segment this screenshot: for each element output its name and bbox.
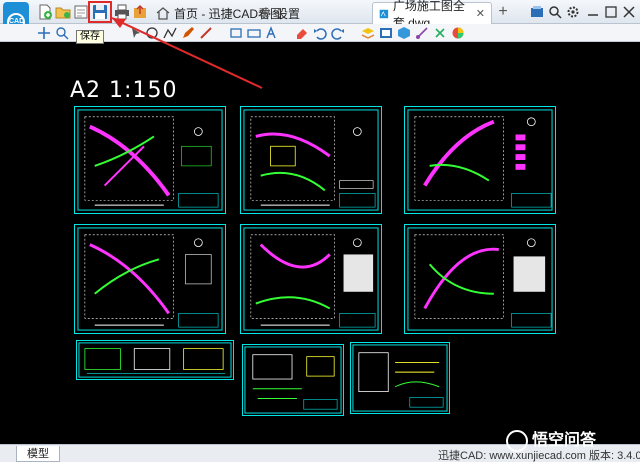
site-plan-drawing xyxy=(407,109,553,211)
skin-icon[interactable] xyxy=(528,3,546,21)
tab-model[interactable]: 模型 xyxy=(16,446,60,462)
text-icon[interactable] xyxy=(264,25,280,41)
maximize-icon[interactable] xyxy=(602,3,620,21)
save-tooltip: 保存 xyxy=(76,30,104,44)
drawing-sheet[interactable] xyxy=(240,106,382,214)
3d-view-icon[interactable] xyxy=(396,25,412,41)
drawing-sheet[interactable] xyxy=(74,106,226,214)
layout-icon[interactable] xyxy=(378,25,394,41)
watermark: 悟空问答 xyxy=(506,426,596,452)
rectangle-icon[interactable] xyxy=(228,25,244,41)
select-icon[interactable] xyxy=(128,25,144,41)
split-icon[interactable] xyxy=(432,25,448,41)
site-plan-drawing xyxy=(77,109,223,211)
new-file-icon[interactable] xyxy=(36,3,54,21)
detail-sheet[interactable] xyxy=(242,344,344,416)
brush-icon[interactable] xyxy=(198,25,214,41)
title-bar: CAD 首页 - 迅捷CAD看图 设置 广场施工图全套.dwg ✕ + xyxy=(0,0,640,42)
zoom-search-icon[interactable] xyxy=(546,3,564,21)
home-icon xyxy=(156,7,170,20)
detail-sheet[interactable] xyxy=(76,340,234,380)
sheet-title: A2 1:150 xyxy=(70,78,178,103)
drawing-sheet[interactable] xyxy=(240,224,382,334)
gear-icon xyxy=(259,7,271,19)
detail-drawing xyxy=(352,344,448,412)
undo-icon[interactable] xyxy=(312,25,328,41)
close-tab-icon[interactable]: ✕ xyxy=(476,7,485,20)
site-plan-drawing xyxy=(243,109,379,211)
pan-icon[interactable] xyxy=(36,25,52,41)
site-plan-drawing xyxy=(407,227,553,331)
circle-icon[interactable] xyxy=(144,25,160,41)
tab-settings[interactable]: 设置 xyxy=(252,2,306,24)
color-icon[interactable] xyxy=(450,25,466,41)
export-icon[interactable] xyxy=(131,3,149,21)
detail-sheet[interactable] xyxy=(350,342,450,414)
close-window-icon[interactable] xyxy=(620,3,638,21)
minimize-icon[interactable] xyxy=(584,3,602,21)
watermark-logo-icon xyxy=(506,429,528,452)
drawing-sheet[interactable] xyxy=(404,106,556,214)
eraser-icon[interactable] xyxy=(294,25,310,41)
pen-icon[interactable] xyxy=(180,25,196,41)
settings-gear-icon[interactable] xyxy=(564,3,582,21)
site-plan-drawing xyxy=(77,227,223,331)
print-icon xyxy=(115,4,129,20)
site-plan-drawing xyxy=(243,227,379,331)
zoom-icon[interactable] xyxy=(54,25,70,41)
cloud-mark-icon[interactable] xyxy=(246,25,262,41)
drawing-sheet[interactable] xyxy=(404,224,556,334)
tab-drawing[interactable]: 广场施工图全套.dwg ✕ xyxy=(372,0,492,30)
add-tab-button[interactable]: + xyxy=(494,2,512,22)
drawing-sheet[interactable] xyxy=(74,224,226,334)
layer-icon[interactable] xyxy=(360,25,376,41)
redo-icon[interactable] xyxy=(330,25,346,41)
dwg-file-icon xyxy=(379,9,389,18)
save-highlight-box xyxy=(88,1,112,23)
detail-drawing xyxy=(244,346,342,414)
print-button[interactable] xyxy=(113,3,131,21)
open-folder-icon[interactable] xyxy=(54,3,72,21)
polyline-icon[interactable] xyxy=(162,25,178,41)
drawing-canvas[interactable]: A2 1:150 xyxy=(0,42,640,444)
detail-drawing xyxy=(78,342,232,378)
measure-icon[interactable] xyxy=(414,25,430,41)
